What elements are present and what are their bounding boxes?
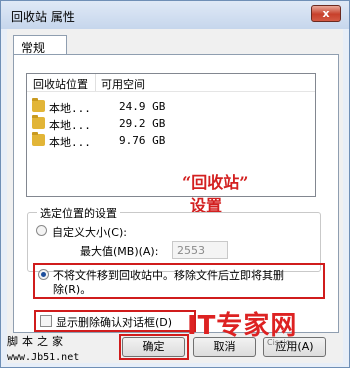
ok-button[interactable]: 确定 [122, 337, 185, 357]
list-item[interactable]: 本地... 9.76 GB [27, 132, 315, 149]
red-annotation: “回收站” 设置 [182, 171, 248, 217]
list-item[interactable]: 本地... 24.9 GB [27, 98, 315, 115]
free-space: 29.2 GB [119, 117, 166, 130]
list-item[interactable]: 本地... 29.2 GB [27, 115, 315, 132]
annotation-line-1: “回收站” [182, 173, 249, 192]
no-recycle-radio[interactable] [38, 269, 49, 280]
close-button[interactable]: x [311, 5, 341, 22]
title-bar[interactable]: 回收站 属性 x [1, 1, 349, 29]
window-title: 回收站 属性 [11, 10, 75, 24]
column-header-location[interactable]: 回收站位置 [33, 76, 88, 92]
free-space: 9.76 GB [119, 134, 166, 147]
watermark-url: www.Jb51.net [7, 352, 80, 363]
confirm-delete-checkbox[interactable] [40, 315, 52, 327]
custom-size-label: 自定义大小(C): [52, 226, 127, 239]
location-name: 本地... [49, 119, 91, 132]
confirm-delete-label: 显示删除确认对话框(D) [56, 316, 173, 329]
list-header: 回收站位置 可用空间 [27, 74, 315, 92]
column-header-space[interactable]: 可用空间 [101, 76, 145, 92]
watermark-site-name: 脚本之家 [7, 335, 67, 348]
logo-text: IT专家网 [187, 311, 298, 341]
custom-size-radio[interactable] [36, 225, 47, 236]
properties-window: 回收站 属性 x 常规 回收站位置 可用空间 本地... 24.9 GB 本地.… [0, 0, 350, 368]
group-title: 选定位置的设置 [37, 205, 120, 221]
max-size-label: 最大值(MB)(A): [80, 245, 159, 258]
logo-subtext: Ciscio... [267, 338, 298, 347]
close-icon: x [322, 7, 330, 20]
location-name: 本地... [49, 136, 91, 149]
no-recycle-label-line-2: 除(R)。 [53, 283, 92, 296]
folder-icon [32, 115, 45, 129]
max-size-input[interactable]: 2553 [172, 241, 228, 259]
it-logo: IT专家网 Ciscio... [187, 305, 298, 347]
folder-icon [32, 98, 45, 112]
free-space: 24.9 GB [119, 100, 166, 113]
column-divider [95, 74, 96, 91]
folder-icon [32, 132, 45, 146]
location-name: 本地... [49, 102, 91, 115]
location-list[interactable]: 回收站位置 可用空间 本地... 24.9 GB 本地... 29.2 GB 本… [26, 73, 316, 197]
tab-general[interactable]: 常规 [13, 35, 67, 55]
general-panel: 回收站位置 可用空间 本地... 24.9 GB 本地... 29.2 GB 本… [13, 54, 339, 333]
